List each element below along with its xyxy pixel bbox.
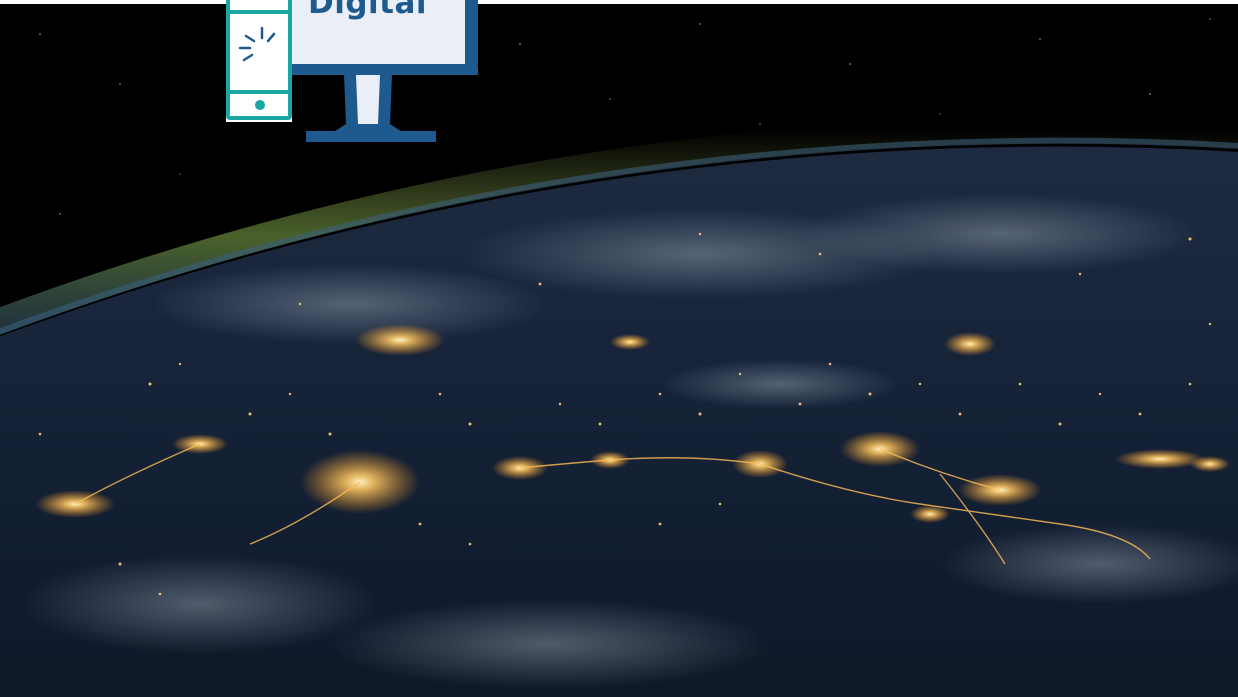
logo-wordmark: Digital [308,0,428,21]
digital-logo: Digital [224,0,480,146]
computer-monitor-phone-icon [226,0,478,142]
page: Digital [0,0,1238,697]
earth-illustration [0,4,1238,697]
hero-earth-night-image [0,4,1238,697]
